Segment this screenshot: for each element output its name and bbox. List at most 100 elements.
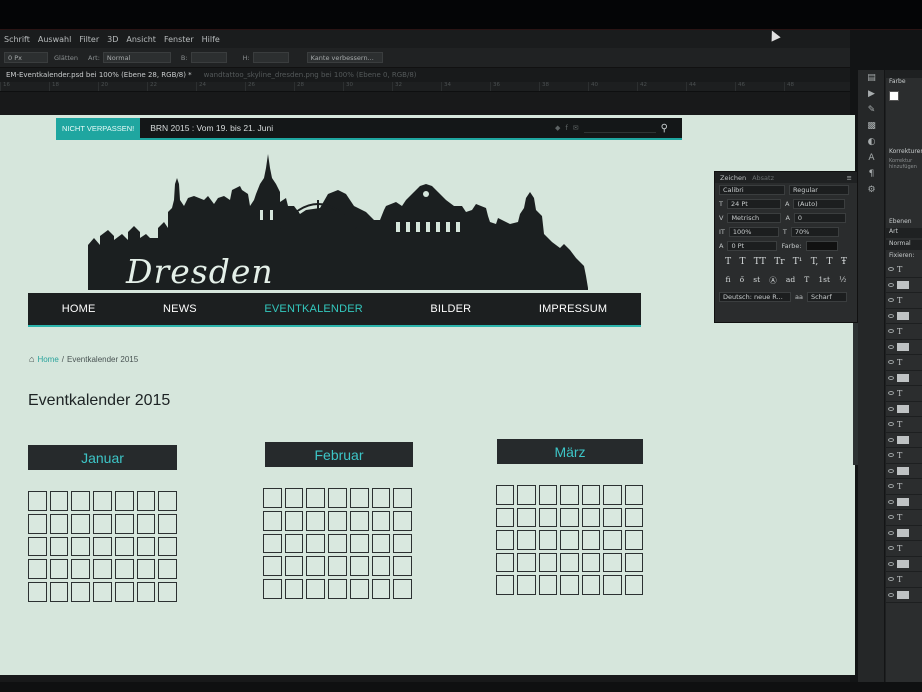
- calendar-day-cell[interactable]: [306, 579, 326, 599]
- visibility-eye-icon[interactable]: [888, 406, 894, 411]
- calendar-day-cell[interactable]: [393, 488, 412, 508]
- calendar-day-cell[interactable]: [603, 530, 622, 550]
- calendar-day-cell[interactable]: [538, 575, 558, 595]
- style-select[interactable]: Normal: [102, 52, 171, 63]
- contextual-alt-button[interactable]: ő: [740, 275, 745, 286]
- nav-home[interactable]: HOME: [62, 303, 96, 315]
- calendar-day-cell[interactable]: [496, 485, 515, 505]
- calendar-day-cell[interactable]: [624, 507, 643, 528]
- vertical-scale-field[interactable]: 100%: [728, 227, 779, 237]
- all-caps-button[interactable]: TT: [754, 257, 766, 267]
- calendar-day-cell[interactable]: [538, 485, 558, 505]
- calendar-day-cell[interactable]: [560, 552, 579, 573]
- visibility-eye-icon[interactable]: [888, 282, 894, 287]
- calendar-day-cell[interactable]: [371, 488, 391, 508]
- calendar-day-cell[interactable]: [328, 556, 347, 577]
- calendar-day-cell[interactable]: [393, 533, 412, 554]
- calendar-day-cell[interactable]: [371, 579, 391, 599]
- layer-row[interactable]: [886, 557, 922, 572]
- calendar-day-cell[interactable]: [263, 533, 282, 554]
- facebook-icon[interactable]: f: [565, 124, 567, 132]
- layer-row[interactable]: T: [886, 355, 922, 371]
- calendar-day-cell[interactable]: [114, 559, 134, 580]
- tab-absatz[interactable]: Absatz: [752, 174, 774, 182]
- visibility-eye-icon[interactable]: [888, 437, 894, 442]
- nav-news[interactable]: NEWS: [163, 303, 197, 315]
- calendar-day-cell[interactable]: [306, 556, 326, 577]
- calendar-day-cell[interactable]: [158, 536, 177, 557]
- calendar-day-cell[interactable]: [284, 533, 304, 554]
- calendar-day-cell[interactable]: [517, 507, 536, 528]
- calendar-day-cell[interactable]: [538, 507, 558, 528]
- calendar-day-cell[interactable]: [393, 579, 412, 599]
- calendar-day-cell[interactable]: [284, 510, 304, 531]
- calendar-day-cell[interactable]: [349, 579, 369, 599]
- layer-row[interactable]: T: [886, 510, 922, 526]
- calendar-day-cell[interactable]: [93, 559, 112, 580]
- stylistic-alt-button[interactable]: ad: [786, 275, 795, 286]
- calendar-day-cell[interactable]: [624, 485, 643, 505]
- subscript-button[interactable]: T,: [811, 257, 819, 267]
- menu-item-auswahl[interactable]: Auswahl: [34, 35, 75, 44]
- calendar-day-cell[interactable]: [49, 582, 69, 602]
- email-icon[interactable]: ✉: [573, 124, 579, 132]
- layer-row[interactable]: T: [886, 541, 922, 557]
- calendar-day-cell[interactable]: [158, 559, 177, 580]
- visibility-eye-icon[interactable]: [888, 577, 894, 582]
- feather-size-field[interactable]: 0 Px: [4, 52, 48, 63]
- underline-button[interactable]: T: [827, 257, 833, 267]
- fractions-button[interactable]: ½: [839, 275, 846, 286]
- tab-zeichen[interactable]: Zeichen: [720, 174, 746, 182]
- layer-row[interactable]: T: [886, 448, 922, 464]
- calendar-day-cell[interactable]: [371, 533, 391, 554]
- calendar-day-cell[interactable]: [349, 533, 369, 554]
- calendar-day-cell[interactable]: [581, 507, 601, 528]
- calendar-day-cell[interactable]: [624, 575, 643, 595]
- calendar-day-cell[interactable]: [284, 579, 304, 599]
- calendar-day-cell[interactable]: [496, 530, 515, 550]
- calendar-day-cell[interactable]: [49, 559, 69, 580]
- calendar-day-cell[interactable]: [263, 488, 282, 508]
- calendar-day-cell[interactable]: [114, 536, 134, 557]
- layer-kind-filter[interactable]: Art: [886, 228, 922, 238]
- layer-row[interactable]: [886, 588, 922, 603]
- layer-row[interactable]: T: [886, 572, 922, 588]
- layer-row[interactable]: [886, 433, 922, 448]
- calendar-day-cell[interactable]: [349, 510, 369, 531]
- visibility-eye-icon[interactable]: [888, 360, 894, 365]
- calendar-day-cell[interactable]: [581, 530, 601, 550]
- menu-item-hilfe[interactable]: Hilfe: [198, 35, 224, 44]
- calendar-day-cell[interactable]: [517, 530, 536, 550]
- calendar-day-cell[interactable]: [114, 582, 134, 602]
- layer-row[interactable]: [886, 495, 922, 510]
- brush-preset-icon[interactable]: ✎: [858, 102, 885, 118]
- layer-row[interactable]: T: [886, 262, 922, 278]
- home-icon[interactable]: ⌂: [29, 354, 34, 364]
- calendar-day-cell[interactable]: [71, 513, 91, 534]
- menu-item-filter[interactable]: Filter: [75, 35, 103, 44]
- calendar-day-cell[interactable]: [496, 507, 515, 528]
- nav-eventkalender[interactable]: EVENTKALENDER: [264, 303, 363, 315]
- visibility-eye-icon[interactable]: [888, 375, 894, 380]
- calendar-day-cell[interactable]: [49, 513, 69, 534]
- calendar-day-cell[interactable]: [114, 491, 134, 511]
- calendar-day-cell[interactable]: [517, 485, 536, 505]
- text-color-swatch[interactable]: [805, 241, 838, 251]
- layer-row[interactable]: T: [886, 293, 922, 309]
- calendar-day-cell[interactable]: [581, 575, 601, 595]
- visibility-eye-icon[interactable]: [888, 267, 894, 272]
- history-icon[interactable]: ▤: [858, 70, 885, 86]
- swash-button[interactable]: Ⓐ: [769, 275, 777, 286]
- swatches-icon[interactable]: ▩: [858, 118, 885, 134]
- calendar-day-cell[interactable]: [371, 556, 391, 577]
- kerning-field[interactable]: Metrisch: [727, 213, 782, 223]
- calendar-day-cell[interactable]: [538, 552, 558, 573]
- foreground-color-swatch[interactable]: [889, 91, 899, 101]
- superscript-button[interactable]: T¹: [793, 257, 803, 267]
- calendar-day-cell[interactable]: [71, 491, 91, 511]
- calendar-day-cell[interactable]: [603, 575, 622, 595]
- visibility-eye-icon[interactable]: [888, 592, 894, 597]
- calendar-day-cell[interactable]: [371, 510, 391, 531]
- titling-alt-button[interactable]: T: [804, 275, 809, 286]
- calendar-day-cell[interactable]: [28, 491, 47, 511]
